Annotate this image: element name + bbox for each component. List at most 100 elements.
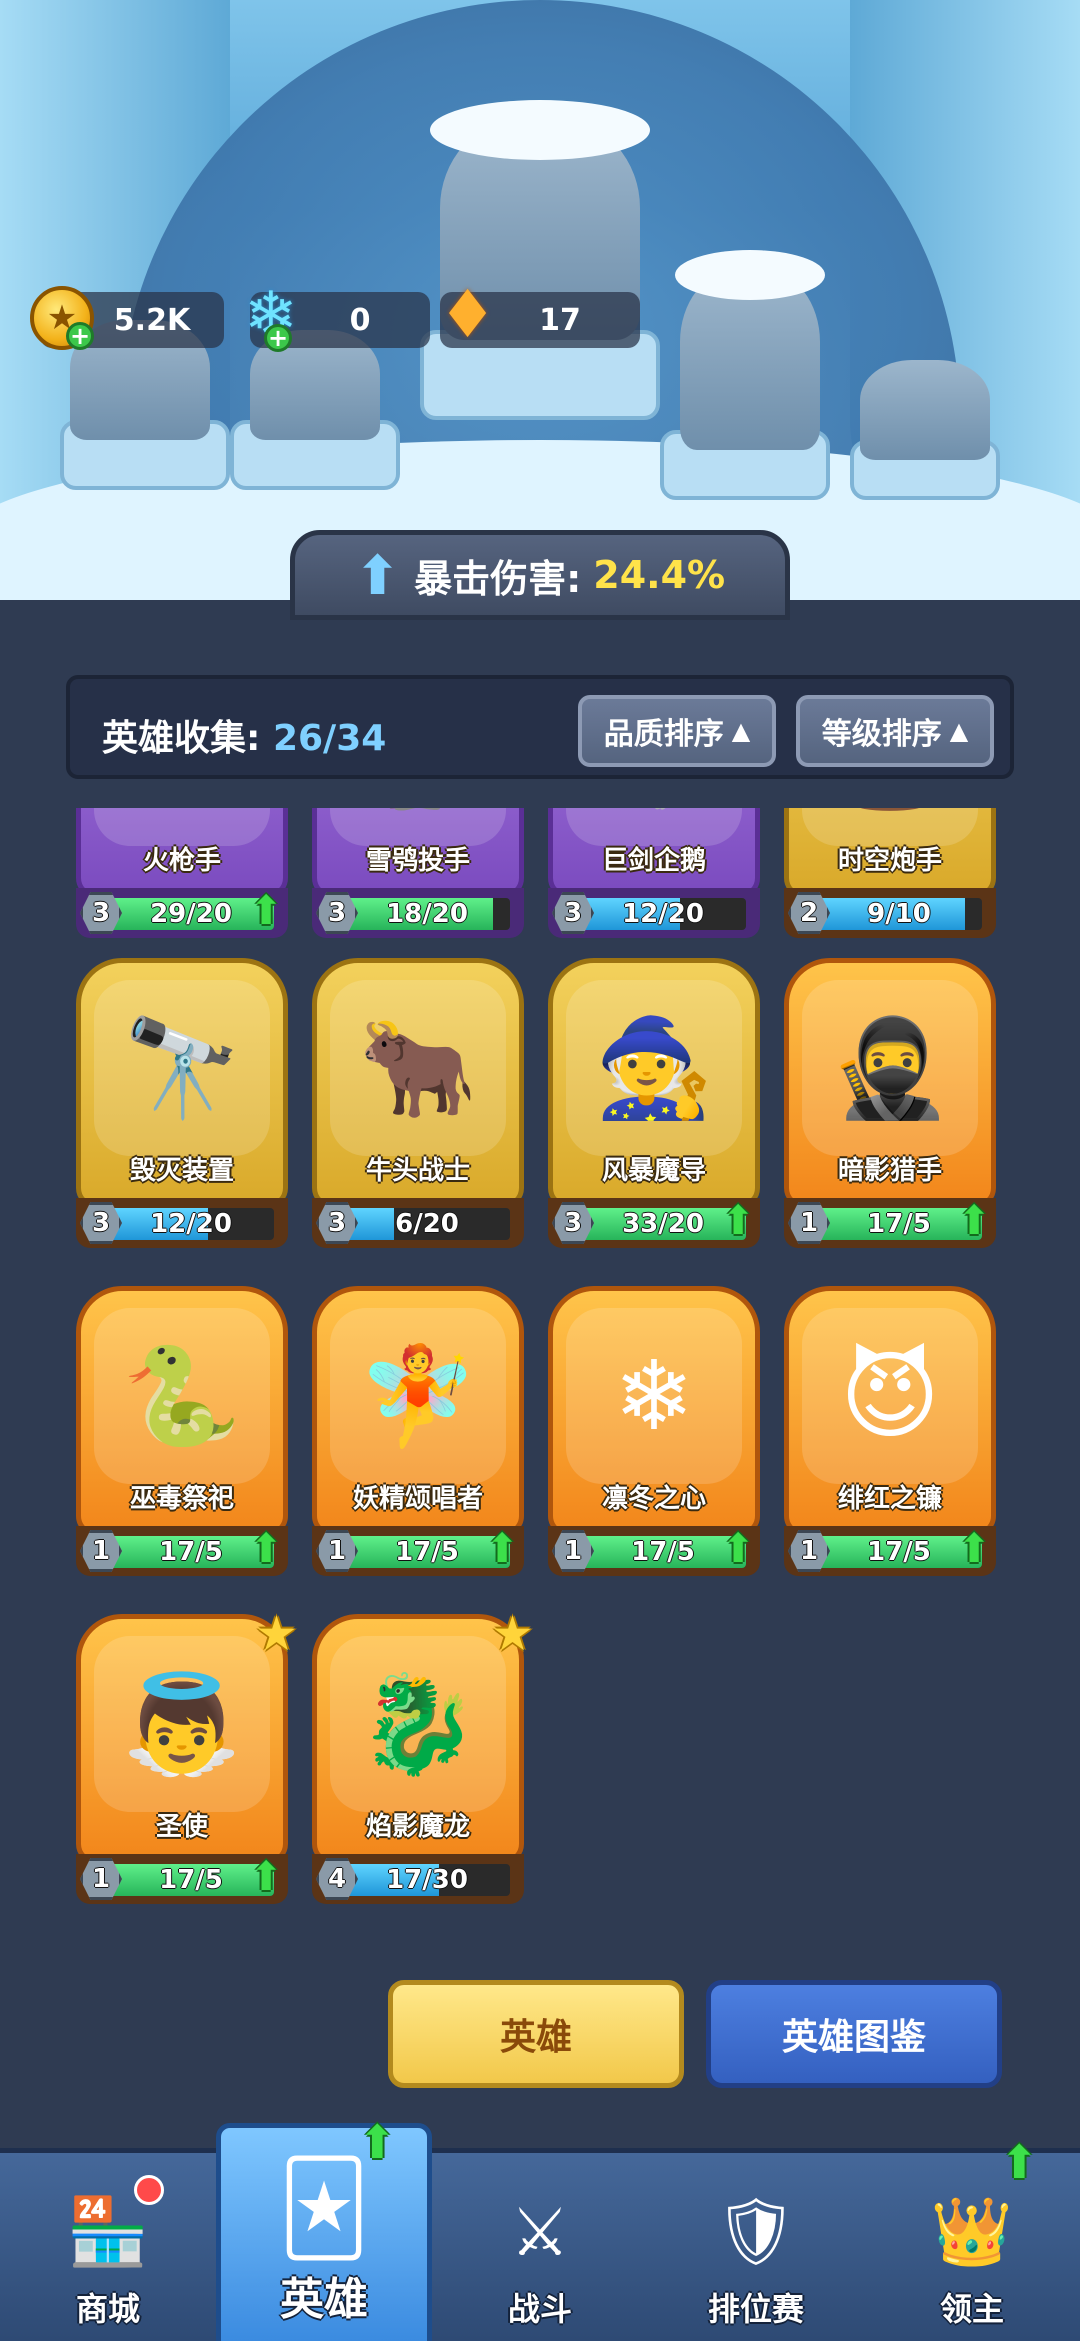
hero-progress-bar: 18/20 3	[312, 888, 524, 938]
crit-damage-panel: ⬆ 暴击伤害: 24.4%	[290, 530, 790, 620]
hero-name: 牛头战士	[365, 1156, 470, 1186]
hero-card[interactable]: 👼 圣使 17/5 1 ⬆ ★	[76, 1606, 298, 1904]
hero-card[interactable]: 🧚 妖精颂唱者 17/5 1 ⬆	[312, 1286, 524, 1576]
hero-level: 1	[327, 1536, 347, 1566]
snow-cap	[430, 100, 650, 160]
crit-damage-value: 24.4%	[593, 553, 726, 597]
hero-progress-bar: 17/30 4	[312, 1854, 524, 1904]
hero-grid[interactable]: 🔫火枪手29/203⬆🦉雪鸮投手18/203🐧巨剑企鹅12/203⏳时空炮手9/…	[0, 808, 1080, 1918]
hero-portrait-icon: 🐂	[358, 1011, 478, 1124]
hero-progress-bar: 12/20 3	[76, 1198, 288, 1248]
hero-level: 2	[799, 898, 819, 928]
hero-progress-bar: 17/5 1 ⬆	[312, 1526, 524, 1576]
hero-progress-bar: 17/5 1 ⬆	[548, 1526, 760, 1576]
upgrade-arrow-icon: ⬆	[249, 888, 283, 934]
hero-level: 1	[799, 1208, 819, 1238]
nav-label: 排位赛	[707, 2290, 804, 2328]
upgrade-arrow-icon: ⬆	[485, 1526, 519, 1572]
hero-card[interactable]: 🥷 暗影猎手 17/5 1 ⬆	[784, 958, 996, 1248]
nav-label: 战斗	[507, 2290, 572, 2328]
hero-shard-progress: 6/20	[395, 1209, 459, 1239]
upgrade-arrow-icon: ⬆	[721, 1198, 755, 1244]
hero-card[interactable]: 🦉 雪鸮投手 18/20 3	[312, 808, 524, 938]
upgrade-arrow-icon: ⬆	[249, 1854, 283, 1900]
hero-level: 3	[327, 1208, 347, 1238]
hero-name: 巫毒祭祀	[129, 1484, 234, 1514]
shard-amount: 17	[539, 302, 581, 338]
hero-portrait-icon: 🦉	[348, 808, 488, 828]
sort-by-level-button[interactable]: 等级排序 ▲	[796, 695, 994, 767]
gold-counter[interactable]: ★ + 5.2K	[30, 286, 224, 350]
hero-card[interactable]: ⏳ 时空炮手 9/10 2	[784, 808, 996, 938]
hero-portrait-icon: 🐉	[358, 1667, 478, 1780]
bottom-nav: 🏪 商城 🃏 英雄 ⚔ 战斗 🛡 排位赛 👑 领主 ⬆ ⬆	[0, 2115, 1080, 2341]
hero-portrait-icon: 🔫	[112, 808, 252, 828]
hero-name: 绯红之镰	[837, 1484, 942, 1514]
battle-icon: ⚔	[510, 2193, 570, 2271]
hero-level: 1	[563, 1536, 583, 1566]
snow-cap	[675, 250, 825, 300]
hero-name: 火枪手	[142, 846, 221, 876]
nav-tab-ranked[interactable]: 🛡 排位赛	[648, 2153, 864, 2341]
hero-card[interactable]: 😈 绯红之镰 17/5 1 ⬆	[784, 1286, 996, 1576]
hero-shard-progress: 9/10	[867, 899, 931, 929]
hero-portrait-icon: 👼	[122, 1667, 242, 1780]
hero-progress-bar: 9/10 2	[784, 888, 996, 938]
sort-by-quality-button[interactable]: 品质排序 ▲	[578, 695, 776, 767]
gem-counter[interactable]: ❄ + 0	[244, 284, 430, 352]
hero-shard-progress: 17/30	[386, 1865, 468, 1895]
hero-portrait-icon: 🐍	[122, 1339, 242, 1452]
hero-codex-button[interactable]: 英雄图鉴	[706, 1980, 1002, 2088]
hero-level: 3	[91, 898, 111, 928]
upgrade-arrow-icon: ⬆	[957, 1526, 991, 1572]
hero-name: 焰影魔龙	[365, 1812, 470, 1842]
hero-card[interactable]: 🐉 焰影魔龙 17/30 4 ★	[312, 1606, 534, 1904]
hero-name: 凛冬之心	[601, 1484, 706, 1514]
hero-name: 暗影猎手	[837, 1156, 942, 1186]
crit-damage-label: 暴击伤害:	[414, 556, 582, 601]
hero-card[interactable]: 🔫火枪手29/203⬆	[76, 808, 288, 938]
hero-level: 3	[91, 1208, 111, 1238]
hero-card[interactable]: 🐍 巫毒祭祀 17/5 1 ⬆	[76, 1286, 288, 1576]
nav-label: 英雄	[280, 2274, 368, 2325]
hero-card[interactable]: 🐧 巨剑企鹅 12/20 3	[548, 808, 760, 938]
hero-shard-progress: 18/20	[386, 899, 468, 929]
shard-counter[interactable]: ♦ 17	[438, 282, 640, 348]
hero-level: 1	[91, 1864, 111, 1894]
nav-label: 商城	[75, 2290, 140, 2328]
hero-progress-bar: 29/20 3 ⬆	[76, 888, 288, 938]
hero-name: 毁灭装置	[129, 1156, 234, 1186]
hero-card[interactable]: 🧙 风暴魔导 33/20 3 ⬆	[548, 958, 760, 1248]
hero-progress-bar: 17/5 1 ⬆	[76, 1854, 288, 1904]
nav-tab-battle[interactable]: ⚔ 战斗	[432, 2153, 648, 2341]
hero-progress-bar: 33/20 3 ⬆	[548, 1198, 760, 1248]
hero-card[interactable]: 🔭 毁灭装置 12/20 3	[76, 958, 288, 1248]
star-icon: ★	[254, 1606, 298, 1662]
arrow-up-icon: ⬆	[354, 543, 401, 607]
upgrade-arrow-icon: ⬆	[957, 1198, 991, 1244]
hero-portrait-icon: 🐧	[584, 808, 724, 828]
lord-icon: 👑	[930, 2193, 1014, 2270]
collection-title: 英雄收集: 26/34	[102, 709, 386, 761]
hero-shard-progress: 12/20	[622, 899, 704, 929]
hero-card[interactable]: ❄ 凛冬之心 17/5 1 ⬆	[548, 1286, 760, 1576]
collection-label: 英雄收集:	[102, 718, 261, 759]
hero-portrait-icon: ❄	[613, 1340, 695, 1452]
nav-tab-lord[interactable]: 👑 领主	[864, 2153, 1080, 2341]
sort-quality-label: 品质排序	[603, 717, 724, 752]
nav-tab-hero-card[interactable]: 🃏 英雄	[216, 2123, 432, 2341]
hero-portrait-icon: 😈	[839, 1340, 941, 1452]
hero-portrait-icon: 🧚	[358, 1339, 478, 1452]
hero-card[interactable]: 🐂 牛头战士 6/20 3	[312, 958, 524, 1248]
hero-name: 时空炮手	[837, 846, 942, 876]
nav-tab-shop[interactable]: 🏪 商城	[0, 2153, 216, 2341]
hero-level: 3	[563, 1208, 583, 1238]
hero-name: 雪鸮投手	[365, 846, 470, 876]
upgrade-arrow-icon: ⬆	[1000, 2135, 1039, 2189]
hero-collection-header: 英雄收集: 26/34 品质排序 ▲ 等级排序 ▲	[66, 675, 1014, 779]
notification-dot	[134, 2175, 164, 2205]
hero-level: 3	[563, 898, 583, 928]
hero-tab-button[interactable]: 英雄	[388, 1980, 684, 2088]
hero-name: 妖精颂唱者	[352, 1484, 483, 1514]
hero-portrait-icon: ⏳	[820, 808, 960, 828]
